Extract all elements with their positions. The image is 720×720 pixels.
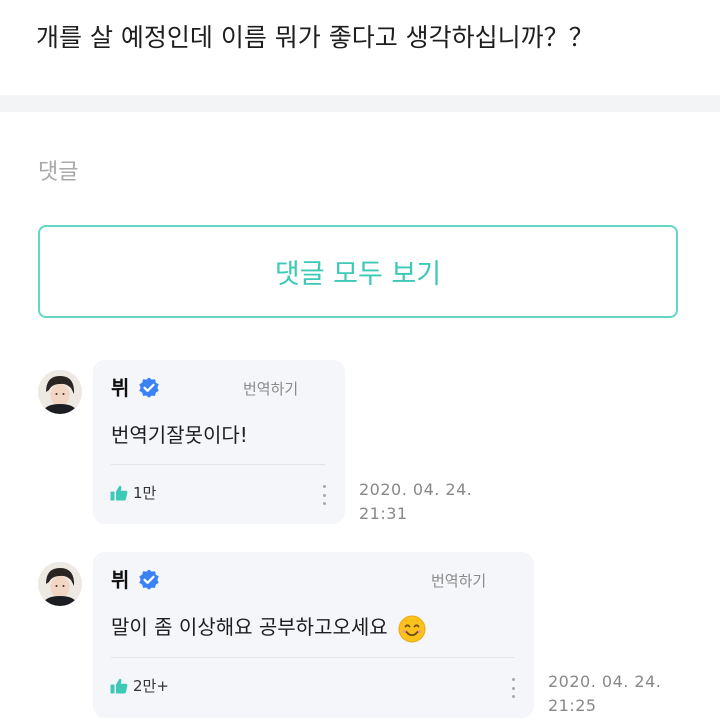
comment-date: 2020. 04. 24.	[548, 672, 662, 691]
comment-timestamp: 2020. 04. 24. 21:25	[548, 670, 661, 718]
comment-time: 21:31	[359, 504, 408, 523]
comment-time: 21:25	[548, 696, 597, 715]
view-all-comments-button[interactable]: 댓글 모두 보기	[38, 225, 678, 318]
comment-date: 2020. 04. 24.	[359, 480, 473, 499]
comment-bubble: 뷔 번역하기 번역기잘못이다! 1만	[93, 360, 345, 524]
like-button[interactable]: 2만+	[109, 675, 169, 696]
translate-button[interactable]: 번역하기	[243, 378, 298, 399]
comment-author[interactable]: 뷔	[111, 566, 129, 594]
verified-badge-icon	[139, 569, 160, 590]
comment-divider	[111, 657, 514, 658]
like-count: 2만+	[133, 677, 169, 695]
comment-text: 말이 좀 이상해요 공부하고오세요	[111, 615, 388, 639]
smiling-face-emoji-icon	[398, 615, 426, 642]
comment-divider	[111, 464, 325, 465]
like-button[interactable]: 1만	[109, 482, 156, 503]
avatar[interactable]	[38, 562, 82, 606]
comment-author[interactable]: 뷔	[111, 374, 129, 402]
translate-button[interactable]: 번역하기	[431, 570, 486, 591]
more-options-icon[interactable]	[320, 485, 328, 505]
comment-item: 뷔 번역하기 번역기잘못이다! 1만 2020. 04. 24. 21:31	[38, 360, 498, 530]
comment-bubble: 뷔 번역하기 말이 좀 이상해요 공부하고오세요 2만+	[93, 552, 534, 718]
more-options-icon[interactable]	[509, 678, 517, 698]
comment-text-row: 말이 좀 이상해요 공부하고오세요	[111, 612, 426, 643]
comments-section-label: 댓글	[38, 160, 79, 185]
like-count: 1만	[133, 484, 157, 502]
comment-text: 번역기잘못이다!	[111, 423, 248, 447]
thumbs-up-icon	[110, 678, 128, 693]
post-title: 개를 살 예정인데 이름 뭐가 좋다고 생각하십니까？？	[36, 23, 594, 52]
verified-badge-icon	[139, 377, 160, 398]
thumbs-up-icon	[110, 485, 128, 500]
comment-timestamp: 2020. 04. 24. 21:31	[359, 478, 472, 526]
comment-item: 뷔 번역하기 말이 좀 이상해요 공부하고오세요 2만+ 2020. 04. 2…	[38, 552, 688, 720]
avatar[interactable]	[38, 370, 82, 414]
section-divider	[0, 95, 720, 112]
